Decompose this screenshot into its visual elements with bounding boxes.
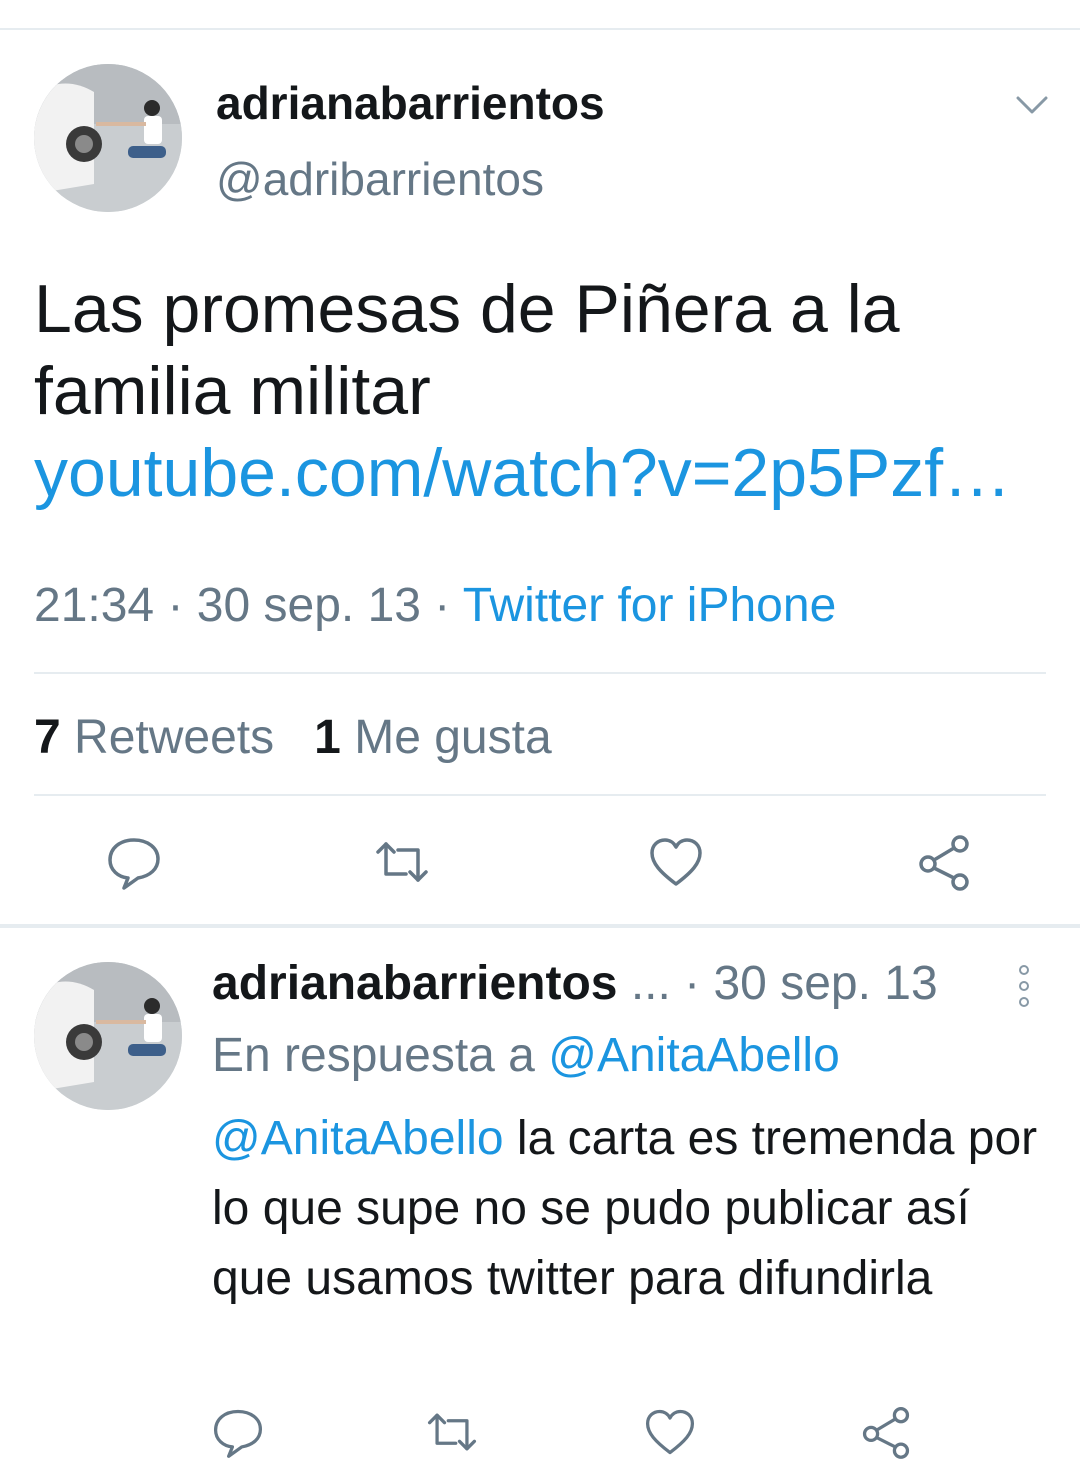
share-icon[interactable] [858,1404,914,1460]
reply-mention[interactable]: @AnitaAbello [212,1112,504,1165]
reply-header: adrianabarrientos ... · 30 sep. 13 [212,957,938,1010]
divider [34,794,1046,796]
like-label: Me gusta [354,711,552,764]
avatar-photo [34,64,182,212]
reply-icon[interactable] [104,832,164,892]
reply-text: @AnitaAbello la carta es tremenda por lo… [212,1104,1052,1314]
avatar[interactable] [34,64,182,212]
likes-stat[interactable]: 1 Me gusta [314,711,551,764]
share-icon[interactable] [914,832,974,892]
more-vertical-icon[interactable] [1016,964,1032,1008]
top-divider [0,28,1080,30]
chevron-down-icon[interactable] [1014,90,1050,118]
tweet-date: 30 sep. 13 [196,579,421,632]
like-icon[interactable] [642,1404,698,1460]
tweet-meta: 21:34 · 30 sep. 13 · Twitter for iPhone [34,579,837,632]
author-name[interactable]: adrianabarrientos [216,76,605,130]
tweet-link[interactable]: youtube.com/watch?v=2p5Pzf… [34,435,1011,511]
tweet-time: 21:34 [34,579,155,632]
like-count: 1 [314,711,341,764]
retweet-count: 7 [34,711,61,764]
reply-author-name[interactable]: adrianabarrientos [212,957,617,1010]
in-reply-prefix: En respuesta a [212,1029,535,1082]
retweets-stat[interactable]: 7 Retweets [34,711,274,764]
in-reply-handle[interactable]: @AnitaAbello [548,1029,840,1082]
like-icon[interactable] [646,832,706,892]
tweet-body: Las promesas de Piñera a la familia mili… [34,271,900,429]
tweet-text: Las promesas de Piñera a la familia mili… [34,268,1054,514]
thread-separator [0,924,1080,928]
reply-avatar[interactable] [34,962,182,1110]
author-handle[interactable]: @adribarrientos [216,152,544,206]
in-reply-to: En respuesta a @AnitaAbello [212,1028,840,1083]
avatar-photo [34,962,182,1110]
divider [34,672,1046,674]
reply-date: 30 sep. 13 [713,957,938,1010]
reply-icon[interactable] [210,1404,266,1460]
tweet-stats: 7 Retweets 1 Me gusta [34,710,552,765]
retweet-label: Retweets [74,711,275,764]
retweet-icon[interactable] [424,1404,480,1460]
tweet-source[interactable]: Twitter for iPhone [463,579,837,632]
reply-name-truncation: ... [630,957,671,1010]
retweet-icon[interactable] [372,832,432,892]
